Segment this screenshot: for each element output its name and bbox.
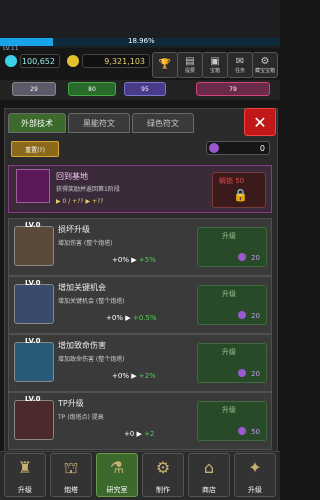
skill-title: 增加致命伤害 (58, 341, 106, 350)
turret-icon: ♜ (17, 458, 33, 477)
upgrade-button[interactable]: 升级 20 (197, 227, 267, 267)
skill-value: +0% ▶ +0.5% (106, 314, 157, 322)
treasure-button[interactable]: ⚙ 藏宝宝箱 (252, 52, 278, 78)
player-level: LV.11 (3, 45, 19, 52)
skill-level: LV.0 (25, 279, 41, 287)
upgrade-button[interactable]: 升级 50 (197, 401, 267, 441)
cannon-icon: ⛫ (63, 458, 79, 477)
gear-icon: ⚙ (155, 458, 171, 477)
tab-dark-rune[interactable]: 黑能符文 (68, 113, 130, 133)
base-title: 回到基地 (56, 172, 88, 181)
nav-upgrade[interactable]: ♜ 升级 (4, 453, 46, 497)
skill-desc: 增加致命伤害 (整个炮塔) (58, 356, 125, 363)
damage-upgrade-icon (14, 226, 54, 266)
shop-icon: ⌂ (203, 458, 215, 477)
unlock-button[interactable]: 解锁 50 🔒 (212, 172, 266, 208)
crit-chance-icon (14, 284, 54, 324)
nav-craft[interactable]: ⚙ 制作 (142, 453, 184, 497)
chest-button[interactable]: ▣ 宝箱 (202, 52, 228, 78)
scroll-icon: ▤ (185, 55, 195, 67)
skill-level: LV.0 (25, 337, 41, 345)
map-icon: ✦ (248, 458, 262, 477)
base-desc: 获得奖励并返回第1阶段 (56, 186, 120, 193)
summary-button[interactable]: ▤ 提要 (177, 52, 203, 78)
reset-button[interactable]: 重置(?) (11, 141, 59, 157)
quest-button[interactable]: ✉ 任务 (227, 52, 253, 78)
gem-icon (5, 55, 17, 67)
skill-title: 增加关键机会 (58, 283, 106, 292)
upgrade-button[interactable]: 升级 20 (197, 285, 267, 325)
skill-title: TP升级 (58, 399, 84, 408)
purple-gem-icon (238, 311, 246, 319)
nav-lab[interactable]: ⚗ 研究室 (96, 453, 138, 497)
purple-gem-icon (238, 427, 246, 435)
counter-blue: 95 (124, 82, 166, 96)
counter-pink: 79 (196, 82, 270, 96)
crit-damage-icon (14, 342, 54, 382)
quest-icon: ✉ (235, 55, 245, 67)
tab-external-tech[interactable]: 外部技术 (8, 113, 66, 133)
purple-gem-icon (209, 143, 219, 153)
flask-icon: ⚗ (109, 458, 125, 477)
base-note: ▶ 0 / +?? ▶ +?? (56, 198, 104, 205)
purple-gem-icon (238, 253, 246, 261)
gem-counter: 100,652 (20, 54, 60, 68)
skill-desc: 增加关键机会 (整个炮塔) (58, 298, 125, 305)
chest-icon: ▣ (210, 55, 220, 67)
tp-upgrade-icon (14, 400, 54, 440)
coin-counter: 9,321,103 (82, 54, 150, 68)
close-button[interactable]: ✕ (244, 108, 276, 136)
skill-title: 损坏升级 (58, 225, 90, 234)
skill-value: +0% ▶ +5% (112, 256, 156, 264)
upgrade-button[interactable]: 升级 20 (197, 343, 267, 383)
treasure-icon: ⚙ (260, 55, 270, 67)
tab-green-rune[interactable]: 绿色符文 (132, 113, 194, 133)
counter-green: 80 (68, 82, 116, 96)
skill-value: +0% ▶ +2% (112, 372, 156, 380)
nav-turret[interactable]: ⛫ 炮塔 (50, 453, 92, 497)
lock-icon: 🔒 (233, 188, 248, 202)
purple-gem-icon (238, 369, 246, 377)
skill-level: LV.0 (25, 395, 41, 403)
skill-value: +0 ▶ +2 (124, 430, 155, 438)
trophy-icon: 🏆 (158, 59, 172, 70)
base-portal-icon (16, 169, 50, 203)
skill-desc: 增加伤害 (整个炮塔) (58, 240, 113, 247)
coin-icon (67, 55, 79, 67)
close-icon: ✕ (253, 112, 267, 132)
skill-level: LV.0 (25, 221, 41, 229)
trophy-button[interactable]: 🏆 (152, 52, 178, 78)
level-progress-text: 18.96% (128, 37, 155, 45)
counter-gray: 29 (12, 82, 56, 96)
nav-shop[interactable]: ⌂ 商店 (188, 453, 230, 497)
skill-desc: TP (炮塔点) 提高 (58, 414, 104, 421)
nav-map[interactable]: ✦ 升级 (234, 453, 276, 497)
unlock-cost: 解锁 50 (219, 177, 245, 185)
